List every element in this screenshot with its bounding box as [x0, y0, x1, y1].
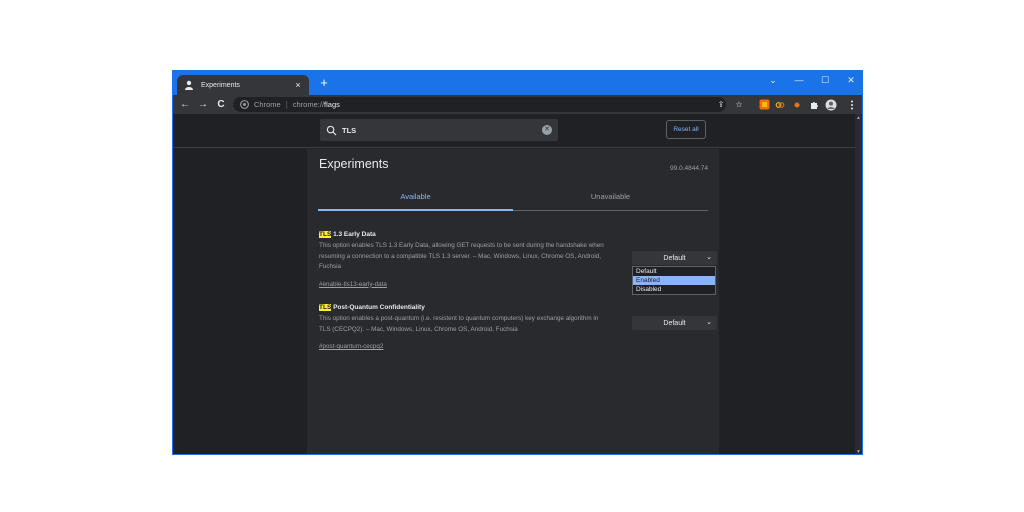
experiment-name-rest: 1.3 Early Data — [331, 231, 376, 238]
experiment-description: This option enables TLS 1.3 Early Data, … — [319, 242, 604, 270]
new-tab-button[interactable]: + — [317, 76, 331, 89]
version-label: 99.0.4844.74 — [670, 165, 708, 172]
tab-experiments[interactable]: Experiments × — [177, 75, 309, 95]
extension-dot-icon[interactable] — [790, 98, 803, 111]
page-title: Experiments — [319, 157, 389, 171]
experiment-post-quantum: TLS Post-Quantum Confidentiality This op… — [319, 304, 717, 353]
select-value: Default — [663, 319, 686, 327]
search-input[interactable] — [342, 125, 542, 135]
experiments-panel: Experiments 99.0.4844.74 Available Unava… — [307, 149, 719, 454]
extension-orange-icon[interactable] — [758, 98, 771, 111]
title-bar: Experiments × + ⌄ — ☐ ✕ — [173, 71, 862, 95]
chevron-down-icon: ⌄ — [706, 319, 712, 326]
close-window-button[interactable]: ✕ — [843, 75, 859, 86]
experiment-tls13-early-data: TLS 1.3 Early Data This option enables T… — [319, 231, 717, 295]
person-icon — [183, 79, 195, 91]
experiment-select[interactable]: Default ⌄ — [632, 316, 717, 330]
menu-icon[interactable] — [845, 98, 858, 111]
url-path: flags — [324, 100, 340, 109]
scroll-up-icon[interactable]: ▲ — [856, 115, 861, 121]
reload-button[interactable]: C — [214, 98, 228, 111]
maximize-button[interactable]: ☐ — [817, 75, 833, 86]
experiment-name: TLS Post-Quantum Confidentiality — [319, 304, 709, 311]
chevron-down-icon: ⌄ — [706, 254, 712, 261]
select-value: Default — [663, 254, 686, 262]
extension-link-icon[interactable] — [773, 98, 786, 111]
browser-window: Experiments × + ⌄ — ☐ ✕ ← → C Chrome | c… — [172, 70, 863, 455]
puzzle-icon[interactable] — [807, 98, 820, 111]
select-dropdown: Default Enabled Disabled — [632, 266, 716, 295]
reset-all-button[interactable]: Reset all — [666, 120, 706, 139]
experiment-name-rest: Post-Quantum Confidentiality — [331, 304, 425, 311]
option-disabled[interactable]: Disabled — [633, 285, 715, 294]
tab-unavailable[interactable]: Unavailable — [513, 191, 708, 211]
page-scrollbar[interactable]: ▲ ▼ — [855, 114, 862, 454]
toolbar: ← → C Chrome | chrome:// flags ⇪ ☆ — [173, 95, 862, 114]
profile-avatar[interactable] — [824, 98, 837, 111]
experiment-name: TLS 1.3 Early Data — [319, 231, 709, 238]
experiment-description: This option enables a post-quantum (i.e.… — [319, 315, 599, 333]
clear-search-icon[interactable]: ✕ — [542, 125, 552, 135]
flags-header: ✕ Reset all — [173, 114, 862, 148]
scroll-down-icon[interactable]: ▼ — [856, 449, 861, 454]
experiment-link[interactable]: #enable-tls13-early-data — [319, 281, 387, 288]
share-icon[interactable]: ⇪ — [715, 97, 727, 112]
flags-search-box[interactable]: ✕ — [320, 119, 558, 141]
search-highlight: TLS — [319, 304, 332, 311]
experiment-select[interactable]: Default ⌄ — [632, 251, 717, 265]
search-icon — [326, 125, 337, 135]
site-label: Chrome — [254, 100, 281, 109]
back-button[interactable]: ← — [178, 98, 192, 111]
chrome-site-icon — [239, 100, 249, 110]
option-default[interactable]: Default — [633, 267, 715, 276]
tab-close-icon[interactable]: × — [293, 80, 303, 90]
search-highlight: TLS — [319, 231, 332, 238]
tab-search-icon[interactable]: ⌄ — [765, 75, 781, 86]
omnibox-separator: | — [285, 100, 288, 109]
experiment-link[interactable]: #post-quantum-cecpq2 — [319, 343, 383, 350]
url-scheme: chrome:// — [292, 100, 325, 109]
bookmark-star-icon[interactable]: ☆ — [733, 97, 745, 112]
minimize-button[interactable]: — — [791, 75, 807, 85]
tab-available[interactable]: Available — [318, 191, 513, 211]
address-bar[interactable]: Chrome | chrome:// flags ⇪ ☆ — [233, 97, 743, 112]
option-enabled[interactable]: Enabled — [633, 276, 715, 285]
forward-button[interactable]: → — [196, 98, 210, 111]
availability-tabs: Available Unavailable — [318, 191, 708, 211]
tab-title: Experiments — [201, 81, 240, 89]
